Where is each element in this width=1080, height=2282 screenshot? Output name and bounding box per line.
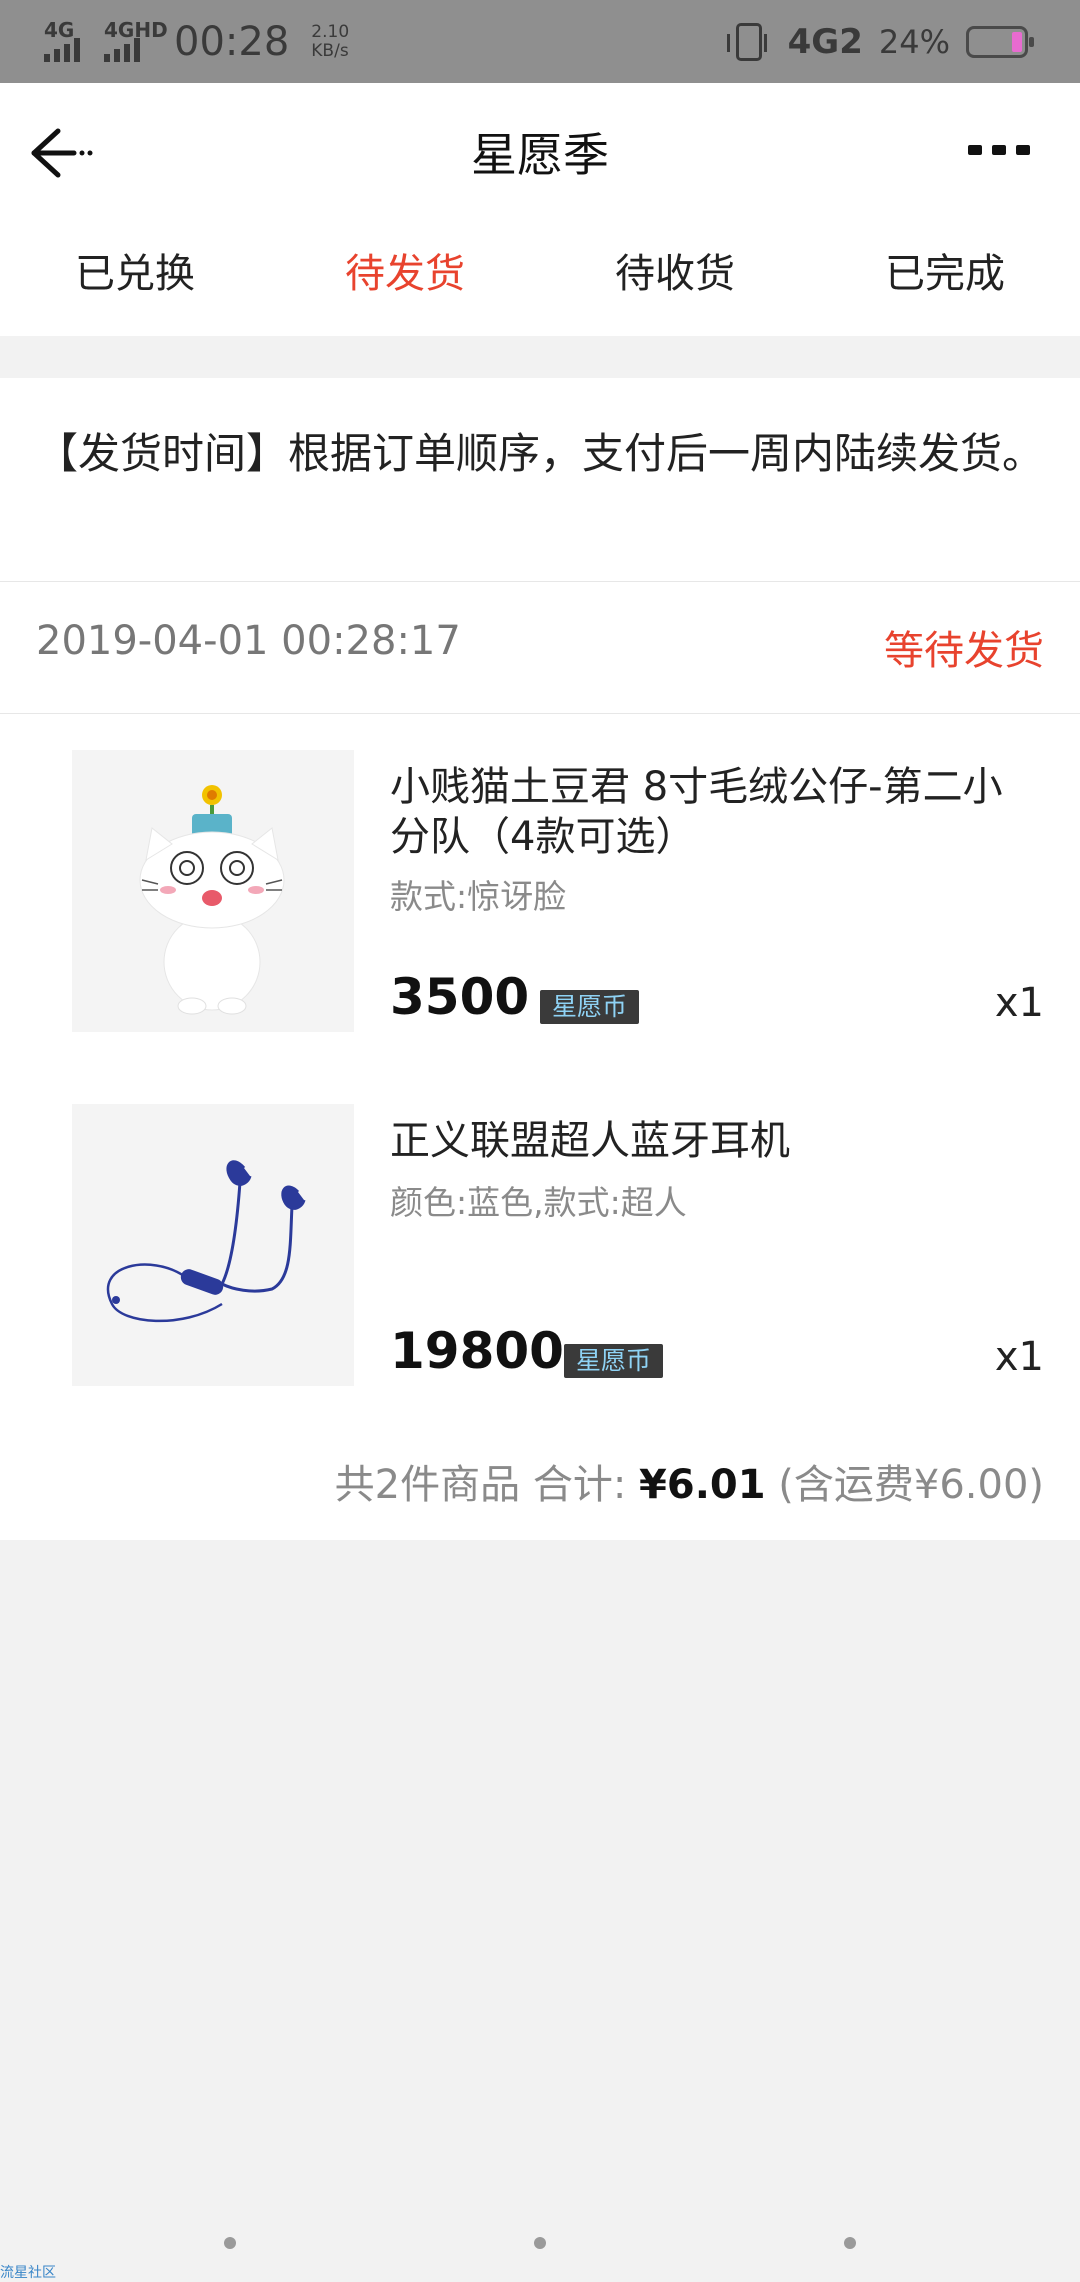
- tab-pending-receipt[interactable]: 待收货: [540, 213, 810, 336]
- product-spec: 颜色:蓝色,款式:超人: [390, 1183, 687, 1222]
- signal-icon: 4G: [44, 18, 92, 62]
- summary-count: 共2件商品 合计:: [334, 1462, 640, 1508]
- product-spec: 款式:惊讶脸: [390, 877, 567, 916]
- more-dots-icon[interactable]: [968, 145, 1030, 155]
- status-bar: 4G 4GHD 00:28 2.10 KB/s 4G2 24%: [0, 0, 1080, 83]
- product-price: 19800: [390, 1322, 564, 1380]
- app-header: 星愿季: [0, 83, 1080, 213]
- summary-total: ¥6.01: [639, 1462, 766, 1508]
- order-tabs: 已兑换 待发货 待收货 已完成: [0, 213, 1080, 336]
- vibrate-icon: [726, 23, 767, 61]
- network-speed: 2.10 KB/s: [311, 23, 349, 61]
- product-quantity: x1: [994, 980, 1044, 1026]
- nav-dot-left[interactable]: [224, 2237, 236, 2249]
- order-header: 2019-04-01 00:28:17 等待发货: [0, 582, 1080, 714]
- speed-unit: KB/s: [311, 41, 349, 61]
- status-left: 4G 4GHD 00:28 2.10 KB/s: [44, 14, 349, 70]
- tab-completed[interactable]: 已完成: [810, 213, 1080, 336]
- nav-dot-center[interactable]: [534, 2237, 546, 2249]
- network-type: 4G2: [787, 22, 863, 62]
- currency-badge: 星愿币: [564, 1344, 664, 1378]
- shipping-notice: 【发货时间】根据订单顺序，支付后一周内陆续发货。: [0, 378, 1080, 582]
- order-item[interactable]: 正义联盟超人蓝牙耳机 颜色:蓝色,款式:超人 19800 星愿币 x1: [0, 1104, 1080, 1386]
- order-summary: 共2件商品 合计: ¥6.01 (含运费¥6.00): [335, 1452, 1044, 1510]
- watermark: 流星社区: [0, 2265, 56, 2281]
- product-price: 3500: [390, 968, 530, 1026]
- tab-pending-shipment[interactable]: 待发货: [270, 213, 540, 336]
- product-image-earphones[interactable]: [72, 1104, 354, 1386]
- page-title: 星愿季: [471, 128, 609, 182]
- product-quantity: x1: [994, 1334, 1044, 1380]
- signal-hd-icon: 4GHD: [104, 18, 168, 62]
- battery-icon: [966, 26, 1034, 58]
- currency-badge: 星愿币: [540, 990, 640, 1024]
- order-status: 等待发货: [884, 628, 1044, 674]
- order-datetime: 2019-04-01 00:28:17: [36, 618, 461, 664]
- product-image-plush-cat[interactable]: [72, 750, 354, 1032]
- product-name[interactable]: 小贱猫土豆君 8寸毛绒公仔-第二小分队（4款可选）: [390, 762, 1040, 862]
- shipping-notice-text: 【发货时间】根据订单顺序，支付后一周内陆续发货。: [36, 429, 1045, 478]
- product-name[interactable]: 正义联盟超人蓝牙耳机: [390, 1116, 1040, 1166]
- clock: 00:28: [174, 19, 290, 65]
- tab-exchanged[interactable]: 已兑换: [0, 213, 270, 336]
- order-card[interactable]: 2019-04-01 00:28:17 等待发货 小贱猫土豆君 8寸毛绒公仔-第…: [0, 582, 1080, 1540]
- speed-value: 2.10: [311, 22, 350, 42]
- order-item[interactable]: 小贱猫土豆君 8寸毛绒公仔-第二小分队（4款可选） 款式:惊讶脸 3500 星愿…: [0, 750, 1080, 1032]
- nav-dot-right[interactable]: [844, 2237, 856, 2249]
- battery-percent: 24%: [878, 23, 950, 61]
- system-nav-bar: [0, 2207, 1080, 2280]
- summary-shipping: (含运费¥6.00): [765, 1462, 1044, 1508]
- status-right: 4G2 24%: [726, 14, 1034, 70]
